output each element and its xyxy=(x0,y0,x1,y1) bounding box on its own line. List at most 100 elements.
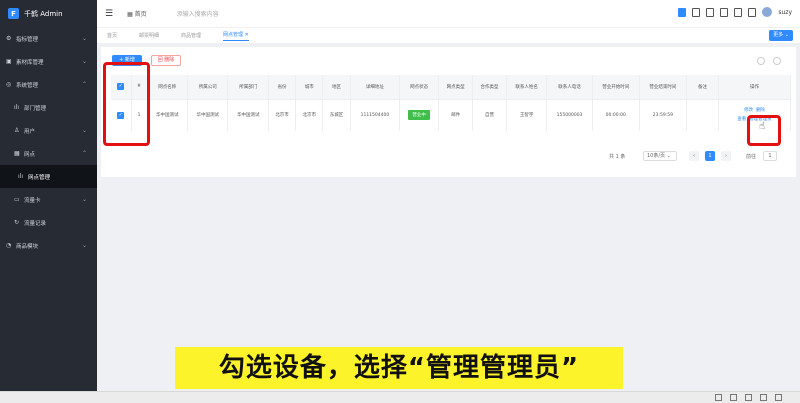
sidebar-item-data-card[interactable]: ▭ 流量卡 ⌄ xyxy=(0,188,97,211)
document-icon[interactable] xyxy=(692,7,701,17)
page-1-button[interactable]: 1 xyxy=(705,151,715,161)
edit-link[interactable]: 修改 xyxy=(744,108,753,113)
table-header-row: ✓ # 网点名称 所属公司 所属部门 省份 城市 地区 详细地址 网点状态 网点… xyxy=(111,75,791,99)
menu-toggle-icon[interactable]: ☰ xyxy=(105,9,113,19)
quality-icon[interactable] xyxy=(730,394,737,401)
search-icon[interactable] xyxy=(773,57,781,65)
tab-outlet-management[interactable]: 网点管理 ✕ xyxy=(223,31,249,41)
table-cell: 邮件 xyxy=(438,98,474,131)
sidebar-item-departments[interactable]: ılı 部门管理 xyxy=(0,96,97,119)
top-icons: suzy xyxy=(678,7,792,17)
table-header-cell: 所属公司 xyxy=(187,75,229,99)
sidebar-item-label: 流量记录 xyxy=(24,220,47,227)
view-link[interactable]: 查看 xyxy=(737,117,746,122)
username[interactable]: suzy xyxy=(778,9,792,16)
layout-icon[interactable] xyxy=(678,7,687,17)
print-icon[interactable] xyxy=(706,7,715,17)
sidebar-item-outlet-management[interactable]: ılı 网点管理 xyxy=(0,165,97,188)
tab-home[interactable]: 首页 xyxy=(107,32,117,39)
chevron-down-icon: ⌄ xyxy=(81,196,87,203)
chevron-up-icon: ⌃ xyxy=(81,81,87,88)
page-size-select[interactable]: 10条/页 ⌄ xyxy=(643,151,677,161)
tab-label: 网点管理 xyxy=(223,31,244,38)
chevron-down-icon: ⌄ xyxy=(81,35,87,42)
sidebar-item-label: 部门管理 xyxy=(24,105,47,112)
sidebar-item-metrics[interactable]: ⚙ 指标管理 ⌄ xyxy=(0,27,97,50)
sidebar-item-outlets[interactable]: ▦ 网点 ⌃ xyxy=(0,142,97,165)
table-header-cell: 合作类型 xyxy=(472,75,507,99)
more-button[interactable]: 更多 ⌄ xyxy=(769,30,793,41)
window-icon[interactable] xyxy=(720,7,729,17)
table-header-cell: 网点状态 xyxy=(399,75,440,99)
table-cell: 23:59:59 xyxy=(639,98,688,131)
player-icons xyxy=(715,394,782,401)
prev-page-button[interactable]: ‹ xyxy=(689,151,699,161)
breadcrumb-home-label: 首页 xyxy=(134,11,147,18)
table-header-cell: 联系人姓名 xyxy=(506,75,548,99)
tab-product-management[interactable]: 商品管理 xyxy=(181,32,201,39)
content-panel: + 新增 回 删除 ✓ # 网点名称 所属公司 所属部门 省份 城市 地区 详细… xyxy=(101,47,796,177)
table-header-cell: 所属部门 xyxy=(227,75,269,99)
delete-button[interactable]: 回 删除 xyxy=(151,55,181,66)
chevron-down-icon: ⌄ xyxy=(81,58,87,65)
sidebar-item-label: 系统管理 xyxy=(16,82,39,89)
sidebar-item-label: 流量卡 xyxy=(24,197,41,204)
grid-icon: ▦ xyxy=(14,150,20,157)
table-cell: 自营 xyxy=(472,98,507,131)
table-cell: 北京市 xyxy=(295,98,324,131)
close-icon[interactable]: ✕ xyxy=(245,32,249,38)
sidebar-item-products[interactable]: ◔ 商品模块 ⌄ xyxy=(0,234,97,257)
user-icon: ♙ xyxy=(14,127,20,134)
caption-icon[interactable] xyxy=(715,394,722,401)
tree-icon: ılı xyxy=(18,173,24,180)
avatar[interactable] xyxy=(762,7,773,17)
search-input[interactable]: 添输入搜索内容 xyxy=(177,9,219,18)
lock-icon[interactable] xyxy=(734,7,743,17)
settings-icon: ◎ xyxy=(6,81,12,88)
table-header-cell: 备注 xyxy=(686,75,719,99)
next-page-button[interactable]: › xyxy=(721,151,731,161)
video-subtitle: 勾选设备，选择“管理管理员” xyxy=(175,347,623,389)
goto-input[interactable]: 1 xyxy=(763,151,777,161)
sidebar-item-users[interactable]: ♙ 用户 ⌄ xyxy=(0,119,97,142)
table-header-cell: 网点名称 xyxy=(147,75,188,99)
breadcrumb-home[interactable]: ▦ 首页 xyxy=(127,9,147,18)
app-title: 千鹤 Admin xyxy=(24,9,63,18)
outlet-table: ✓ # 网点名称 所属公司 所属部门 省份 城市 地区 详细地址 网点状态 网点… xyxy=(111,75,791,131)
table-header-cell: 网点类型 xyxy=(438,75,474,99)
sidebar-item-data-records[interactable]: ↻ 流量记录 xyxy=(0,211,97,234)
page-size-value: 10条/页 xyxy=(647,153,666,159)
table-header-cell: 省份 xyxy=(268,75,297,99)
total-count: 共 1 条 xyxy=(609,154,626,160)
mouse-cursor-icon: ☝ xyxy=(759,121,766,132)
image-icon: ▣ xyxy=(6,58,12,65)
chevron-down-icon: ⌄ xyxy=(81,127,87,134)
table-cell xyxy=(686,98,719,131)
tab-bar: 首页 邮票明细 商品管理 网点管理 ✕ 更多 ⌄ xyxy=(97,27,800,43)
table-row[interactable]: ✓ 1 华中国测试 华中国测试 华中国测试 北京市 北京市 东城区 111150… xyxy=(111,98,791,131)
fullscreen-icon[interactable] xyxy=(775,394,782,401)
chevron-up-icon: ⌃ xyxy=(81,150,87,157)
sidebar-item-label: 用户 xyxy=(24,128,36,135)
delete-link[interactable]: 删除 xyxy=(756,108,765,113)
sidebar-item-system[interactable]: ◎ 系统管理 ⌃ xyxy=(0,73,97,96)
tab-stamp-details[interactable]: 邮票明细 xyxy=(139,32,159,39)
sidebar-item-label: 指标管理 xyxy=(16,36,39,43)
table-cell: 华中国测试 xyxy=(187,98,229,131)
card-icon: ▭ xyxy=(14,196,20,203)
goto-label: 前往 xyxy=(746,154,757,160)
chevron-down-icon: ⌄ xyxy=(81,242,87,249)
table-header-cell: 操作 xyxy=(718,75,791,99)
fullscreen-icon[interactable] xyxy=(748,7,757,17)
sidebar-item-materials[interactable]: ▣ 素材库管理 ⌄ xyxy=(0,50,97,73)
table-cell: 155000003 xyxy=(546,98,593,131)
table-header-cell: 联系人电话 xyxy=(546,75,593,99)
table-header-cell: 城市 xyxy=(295,75,324,99)
settings-icon[interactable] xyxy=(745,394,752,401)
pip-icon[interactable] xyxy=(760,394,767,401)
gear-icon: ⚙ xyxy=(6,35,12,42)
logo-mark-icon: F xyxy=(8,8,19,19)
table-cell: 王智宇 xyxy=(506,98,548,131)
refresh-icon[interactable] xyxy=(757,57,765,65)
action-row: 修改 删除 xyxy=(721,106,788,115)
